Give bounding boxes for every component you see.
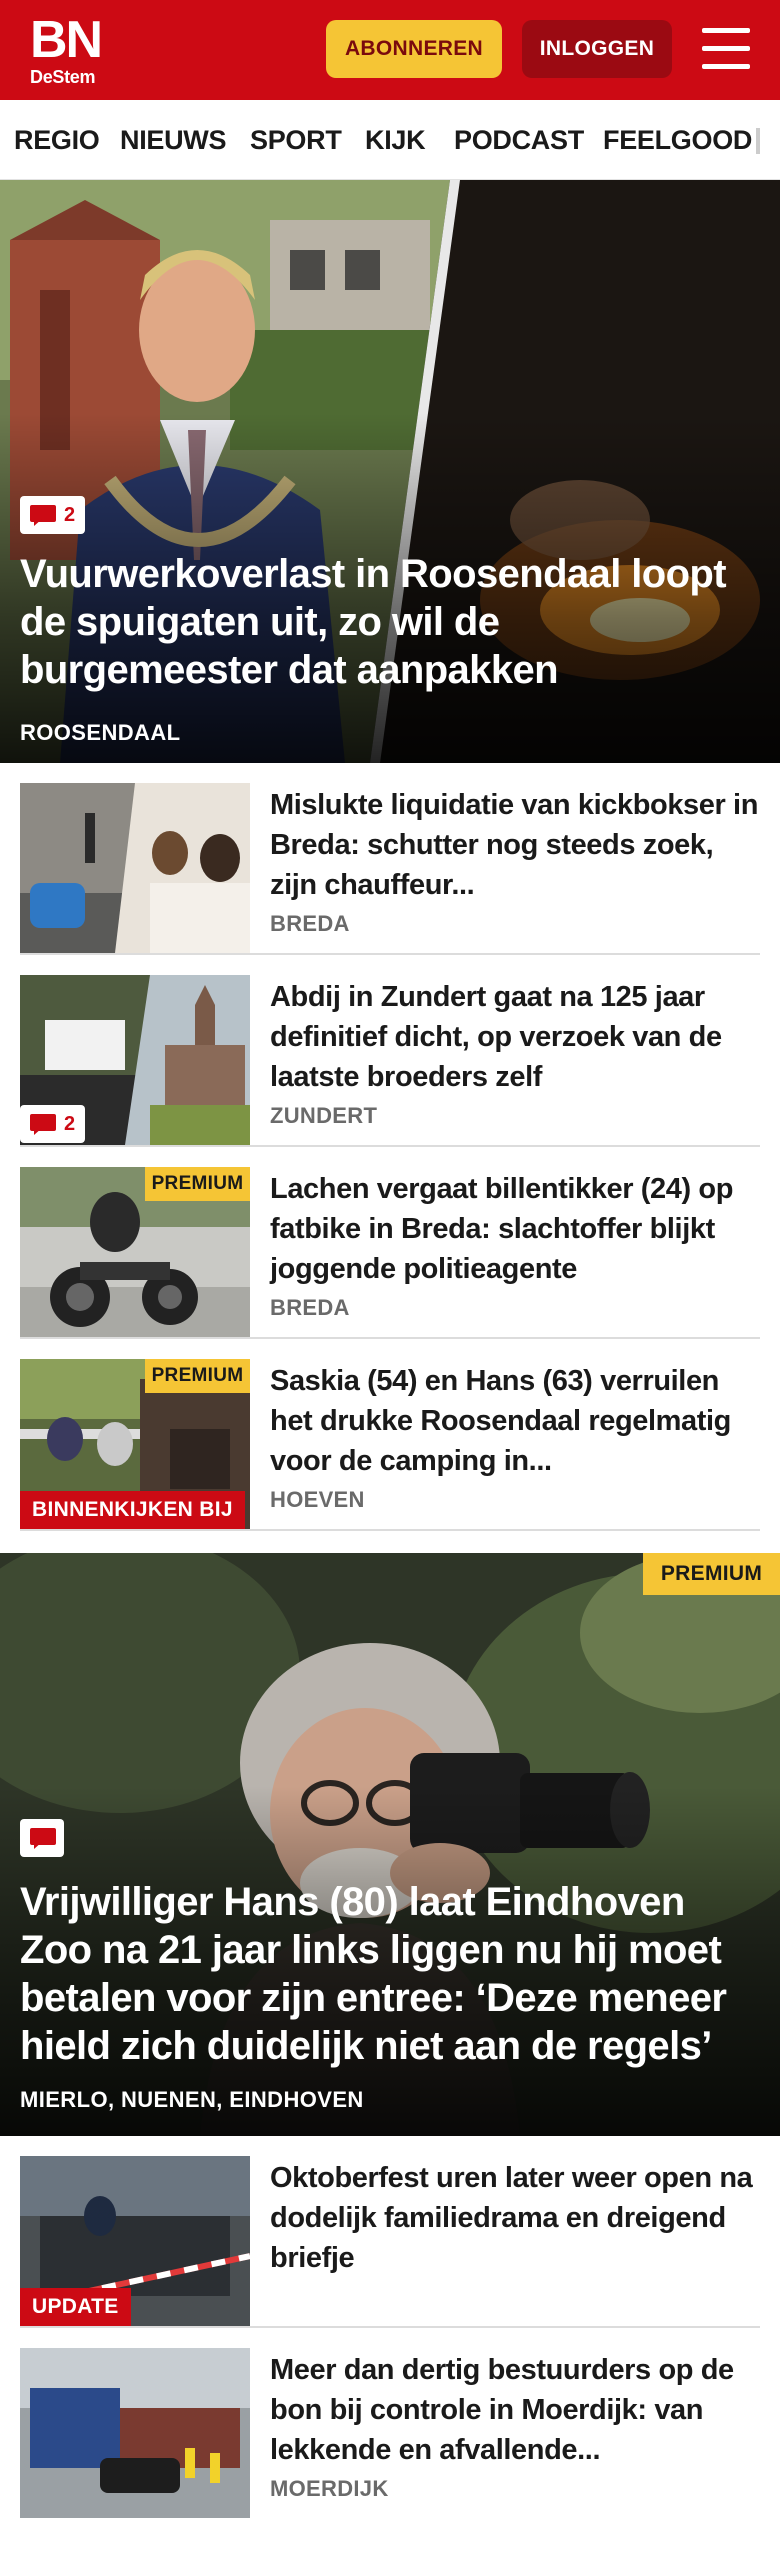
article-title[interactable]: Meer dan dertig bestuurders op de bon bi…	[270, 2350, 760, 2470]
comment-badge: 2	[20, 496, 86, 534]
premium-badge: PREMIUM	[145, 1167, 250, 1201]
article-title[interactable]: Mislukte liquidatie van kickbokser in Br…	[270, 785, 760, 905]
category-label: BINNENKIJKEN BIJ	[20, 1491, 245, 1529]
update-label: UPDATE	[20, 2288, 131, 2326]
comment-badge	[20, 1819, 64, 1857]
premium-badge: PREMIUM	[145, 1359, 250, 1393]
nav-scroll-indicator	[756, 128, 760, 154]
subscribe-button[interactable]: ABONNEREN	[326, 20, 502, 78]
list-item[interactable]: Mislukte liquidatie van kickbokser in Br…	[20, 763, 760, 955]
site-logo[interactable]: BN DeStem	[30, 11, 103, 87]
article-location: ZUNDERT	[270, 1103, 378, 1128]
comment-badge: 2	[20, 1105, 86, 1143]
article-thumbnail	[20, 783, 250, 953]
article-thumbnail	[20, 2348, 250, 2518]
section-nav: REGIO NIEUWS SPORT KIJK PODCAST FEELGOOD	[0, 100, 780, 180]
article-location: BREDA	[270, 911, 350, 936]
hero-article-2[interactable]: PREMIUM Vrijwilliger Hans (80) laat Eind…	[0, 1553, 780, 2136]
article-title[interactable]: Lachen vergaat billentikker (24) op fatb…	[270, 1169, 760, 1289]
premium-badge: PREMIUM	[643, 1553, 780, 1595]
hamburger-menu-icon[interactable]	[702, 28, 750, 70]
article-title[interactable]: Abdij in Zundert gaat na 125 jaar defini…	[270, 977, 760, 1097]
list-item[interactable]: UPDATE Oktoberfest uren later weer open …	[20, 2136, 760, 2328]
nav-item-feelgood[interactable]: FEELGOOD	[603, 100, 752, 179]
nav-item-nieuws[interactable]: NIEUWS	[120, 100, 227, 179]
list-item[interactable]: Meer dan dertig bestuurders op de bon bi…	[20, 2328, 760, 2520]
article-location: HOEVEN	[270, 1487, 365, 1512]
list-item[interactable]: PREMIUM BINNENKIJKEN BIJ Saskia (54) en …	[20, 1339, 760, 1531]
hero-article[interactable]: 2 Vuurwerkoverlast in Roosendaal loopt d…	[0, 180, 780, 763]
article-location: BREDA	[270, 1295, 350, 1320]
comment-count: 2	[64, 1112, 76, 1135]
hero-location: ROOSENDAAL	[20, 720, 181, 745]
comment-icon	[30, 1114, 56, 1135]
comment-icon	[30, 1828, 56, 1849]
comment-count: 2	[64, 503, 76, 526]
article-title[interactable]: Oktoberfest uren later weer open na dode…	[270, 2158, 760, 2278]
list-item[interactable]: 2 Abdij in Zundert gaat na 125 jaar defi…	[20, 955, 760, 1147]
logo-main-text: BN	[30, 11, 103, 69]
article-location: MOERDIJK	[270, 2476, 389, 2501]
hero-title[interactable]: Vrijwilliger Hans (80) laat Eindhoven Zo…	[20, 1878, 765, 2070]
nav-item-sport[interactable]: SPORT	[250, 100, 342, 179]
site-header: BN DeStem ABONNEREN INLOGGEN	[0, 0, 780, 100]
hero-title[interactable]: Vuurwerkoverlast in Roosendaal loopt de …	[20, 550, 765, 694]
nav-item-kijk[interactable]: KIJK	[365, 100, 426, 179]
logo-sub-text: DeStem	[30, 67, 96, 87]
article-title[interactable]: Saskia (54) en Hans (63) verruilen het d…	[270, 1361, 760, 1481]
list-item[interactable]: PREMIUM Lachen vergaat billentikker (24)…	[20, 1147, 760, 1339]
login-button[interactable]: INLOGGEN	[522, 20, 672, 78]
nav-item-regio[interactable]: REGIO	[14, 100, 100, 179]
comment-icon	[30, 505, 56, 526]
nav-item-podcast[interactable]: PODCAST	[454, 100, 584, 179]
hero-location: MIERLO, NUENEN, EINDHOVEN	[20, 2087, 364, 2112]
